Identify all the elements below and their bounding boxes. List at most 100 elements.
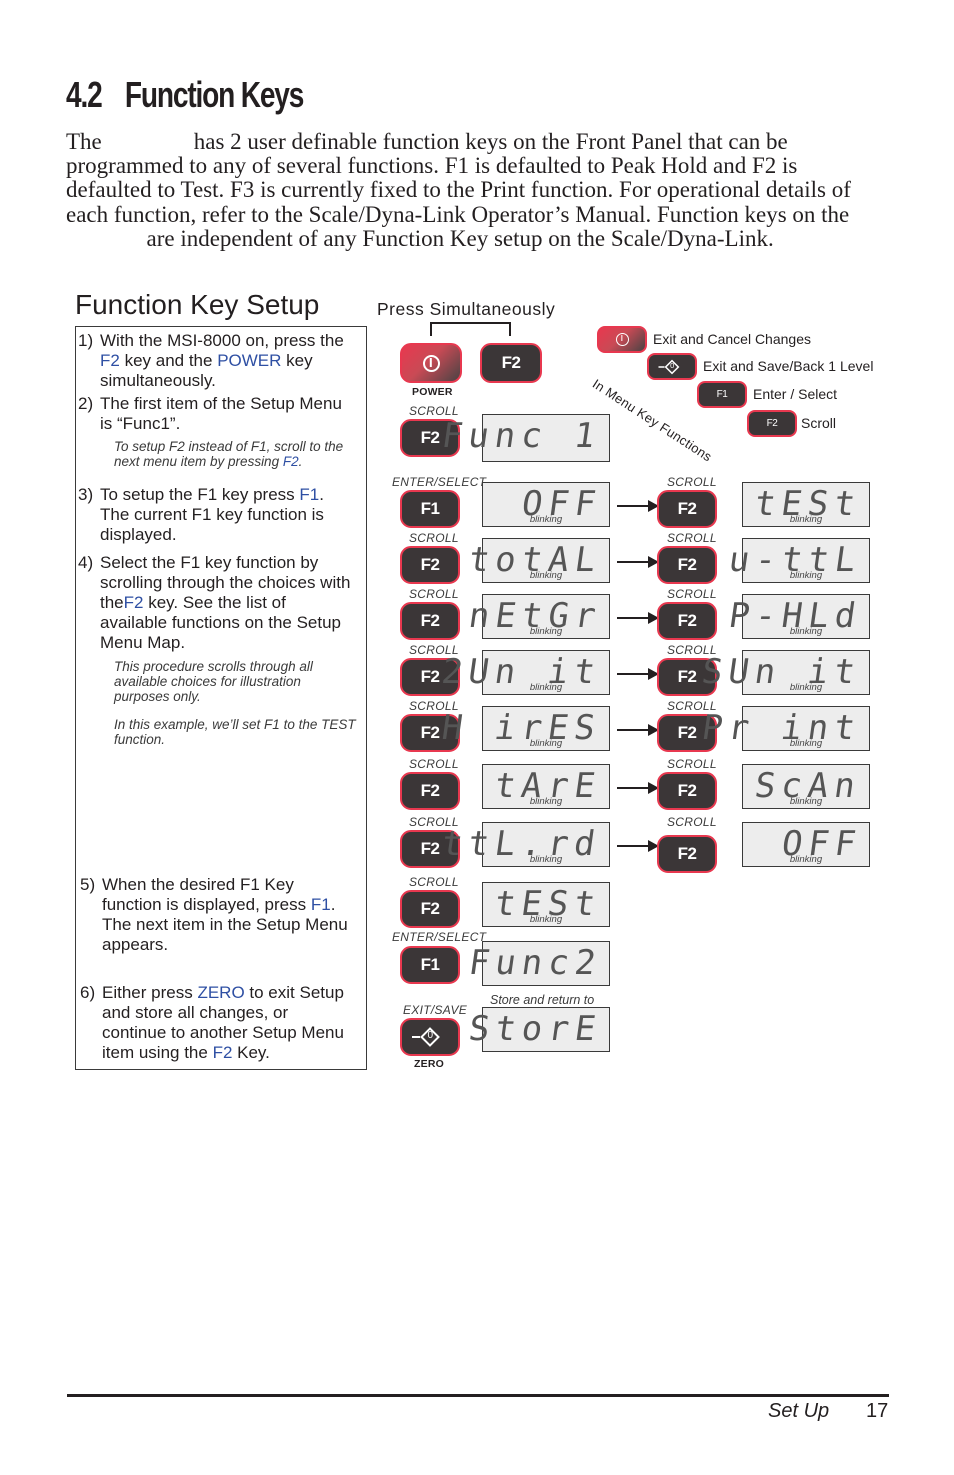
f2-key[interactable]: F2 bbox=[400, 602, 460, 640]
f2-key[interactable]: F2 bbox=[657, 490, 717, 528]
intro-line: are independent of any Function Key setu… bbox=[66, 225, 774, 251]
instructions-panel: 1) With the MSI-8000 on, press the F2 key… bbox=[75, 326, 367, 1070]
legend-zero-key: 0 bbox=[647, 353, 697, 380]
zero-icon: 0 bbox=[658, 359, 680, 374]
legend-f2-key: F2 bbox=[747, 410, 797, 437]
f2-ref: F2 bbox=[100, 351, 120, 370]
exit-save-label: EXIT/SAVE bbox=[403, 1003, 468, 1017]
page-number: 17 bbox=[866, 1400, 889, 1422]
power-icon bbox=[615, 333, 629, 346]
legend-f1-text: Enter / Select bbox=[753, 386, 838, 402]
footer-rule bbox=[67, 1394, 889, 1397]
scroll-label: SCROLL bbox=[409, 531, 459, 545]
lcd-left-1: totAL blinking bbox=[466, 538, 610, 583]
step-2: 2) The first item of the Setup Menu is “F… bbox=[78, 394, 342, 433]
legend-power-text: Exit and Cancel Changes bbox=[653, 331, 811, 347]
step-5: 5) When the desired F1 Key function is di… bbox=[80, 875, 348, 954]
blinking-label: blinking bbox=[789, 738, 823, 749]
zero-ref: ZERO bbox=[197, 983, 245, 1002]
power-ref: POWER bbox=[217, 351, 282, 370]
blinking-label: blinking bbox=[789, 570, 823, 581]
lcd-store: StorE bbox=[466, 1007, 610, 1052]
intro-line: programmed to any of several functions. … bbox=[66, 153, 798, 179]
arrow-icon bbox=[617, 840, 659, 852]
f2-ref: F2 bbox=[212, 1043, 233, 1062]
section-title: Function Keys bbox=[124, 74, 304, 115]
lcd-right-6: OFF blinking bbox=[742, 822, 870, 867]
lcd-left-2: nEtGr blinking bbox=[466, 594, 610, 639]
zero-key[interactable]: 0 bbox=[400, 1018, 460, 1056]
f2-key[interactable]: F2 bbox=[400, 890, 460, 928]
arrow-icon bbox=[617, 782, 659, 794]
lcd-left-3: 2Un it blinking bbox=[439, 650, 610, 695]
scroll-label: SCROLL bbox=[409, 757, 459, 771]
scroll-label: SCROLL bbox=[667, 757, 717, 771]
lcd-left-7: tESt blinking bbox=[482, 882, 610, 927]
f2-key[interactable]: F2 bbox=[657, 772, 717, 810]
legend-f2-text: Scroll bbox=[801, 415, 837, 431]
f1-ref: F1 bbox=[310, 895, 331, 914]
power-key-label: POWER bbox=[412, 386, 453, 398]
lcd-func1: Func 1 bbox=[439, 414, 610, 462]
zero-icon: 0 bbox=[412, 1027, 440, 1047]
arrow-icon bbox=[617, 724, 659, 736]
f2-ref: F2 bbox=[123, 593, 144, 612]
footer-section: Set Up bbox=[768, 1400, 830, 1422]
store-return-label: Store and return to bbox=[490, 993, 595, 1007]
zero-key-label: ZERO bbox=[414, 1058, 444, 1070]
intro-line: defaulted to Test. F3 is currently fixed… bbox=[66, 177, 851, 203]
intro-paragraph: The has 2 user definable function keys o… bbox=[66, 129, 889, 251]
lcd-left-4: H irES blinking bbox=[439, 706, 610, 751]
legend-f1-key: F1 bbox=[697, 381, 747, 408]
scroll-label: SCROLL bbox=[667, 475, 717, 489]
f2-key[interactable]: F2 bbox=[657, 835, 717, 873]
blinking-label: blinking bbox=[789, 626, 823, 637]
blinking-label: blinking bbox=[789, 796, 823, 807]
blinking-label: blinking bbox=[789, 514, 823, 525]
power-icon bbox=[422, 354, 440, 372]
enter-select-label: ENTER/SELECT bbox=[392, 475, 487, 489]
f1-ref: F1 bbox=[299, 485, 320, 504]
arrow-icon bbox=[617, 500, 659, 512]
simultaneous-bracket bbox=[430, 322, 511, 336]
section-heading: 4.2 Function Keys bbox=[66, 74, 304, 116]
f2-key[interactable]: F2 bbox=[657, 546, 717, 584]
power-key[interactable] bbox=[400, 343, 462, 383]
step-4: 4) Select the F1 key function by scrollin… bbox=[78, 553, 351, 652]
blinking-label: blinking bbox=[529, 626, 563, 637]
f2-key[interactable]: F2 bbox=[400, 546, 460, 584]
scroll-label: SCROLL bbox=[667, 587, 717, 601]
scroll-label: SCROLL bbox=[409, 587, 459, 601]
legend-zero-text: Exit and Save/Back 1 Level bbox=[703, 358, 874, 374]
blinking-label: blinking bbox=[529, 738, 563, 749]
lcd-right-5: ScAn blinking bbox=[742, 764, 870, 809]
lcd-right-4: Pr int blinking bbox=[699, 706, 870, 751]
section-number: 4.2 bbox=[66, 74, 103, 115]
lcd-func2: Func2 bbox=[466, 941, 610, 986]
blinking-label: blinking bbox=[529, 682, 563, 693]
lcd-left-0: OFF blinking bbox=[482, 482, 610, 527]
blinking-label: blinking bbox=[529, 914, 563, 925]
intro-line: each function, refer to the Scale/Dyna-L… bbox=[66, 201, 850, 227]
arrow-icon bbox=[617, 556, 659, 568]
intro-line: The has 2 user definable function keys o… bbox=[66, 129, 788, 154]
arrow-icon bbox=[617, 668, 659, 680]
blinking-label: blinking bbox=[529, 796, 563, 807]
note-illustration: This procedure scrolls through all availa… bbox=[114, 659, 313, 704]
blinking-label: blinking bbox=[529, 570, 563, 581]
lcd-left-5: tArE blinking bbox=[482, 764, 610, 809]
blinking-label: blinking bbox=[529, 514, 563, 525]
scroll-label: SCROLL bbox=[667, 815, 717, 829]
lcd-right-0: tESt blinking bbox=[742, 482, 870, 527]
lcd-right-2: P-HLd blinking bbox=[726, 594, 870, 639]
step-6: 6) Either press ZERO to exit Setup and st… bbox=[80, 983, 344, 1062]
f2-key-simultaneous[interactable]: F2 bbox=[480, 343, 542, 383]
setup-title: Function Key Setup bbox=[75, 289, 320, 320]
scroll-label: SCROLL bbox=[667, 531, 717, 545]
f1-key[interactable]: F1 bbox=[400, 490, 460, 528]
f1-key[interactable]: F1 bbox=[400, 946, 460, 984]
blinking-label: blinking bbox=[529, 854, 563, 865]
f2-key[interactable]: F2 bbox=[400, 772, 460, 810]
f2-key[interactable]: F2 bbox=[657, 602, 717, 640]
blinking-label: blinking bbox=[789, 854, 823, 865]
